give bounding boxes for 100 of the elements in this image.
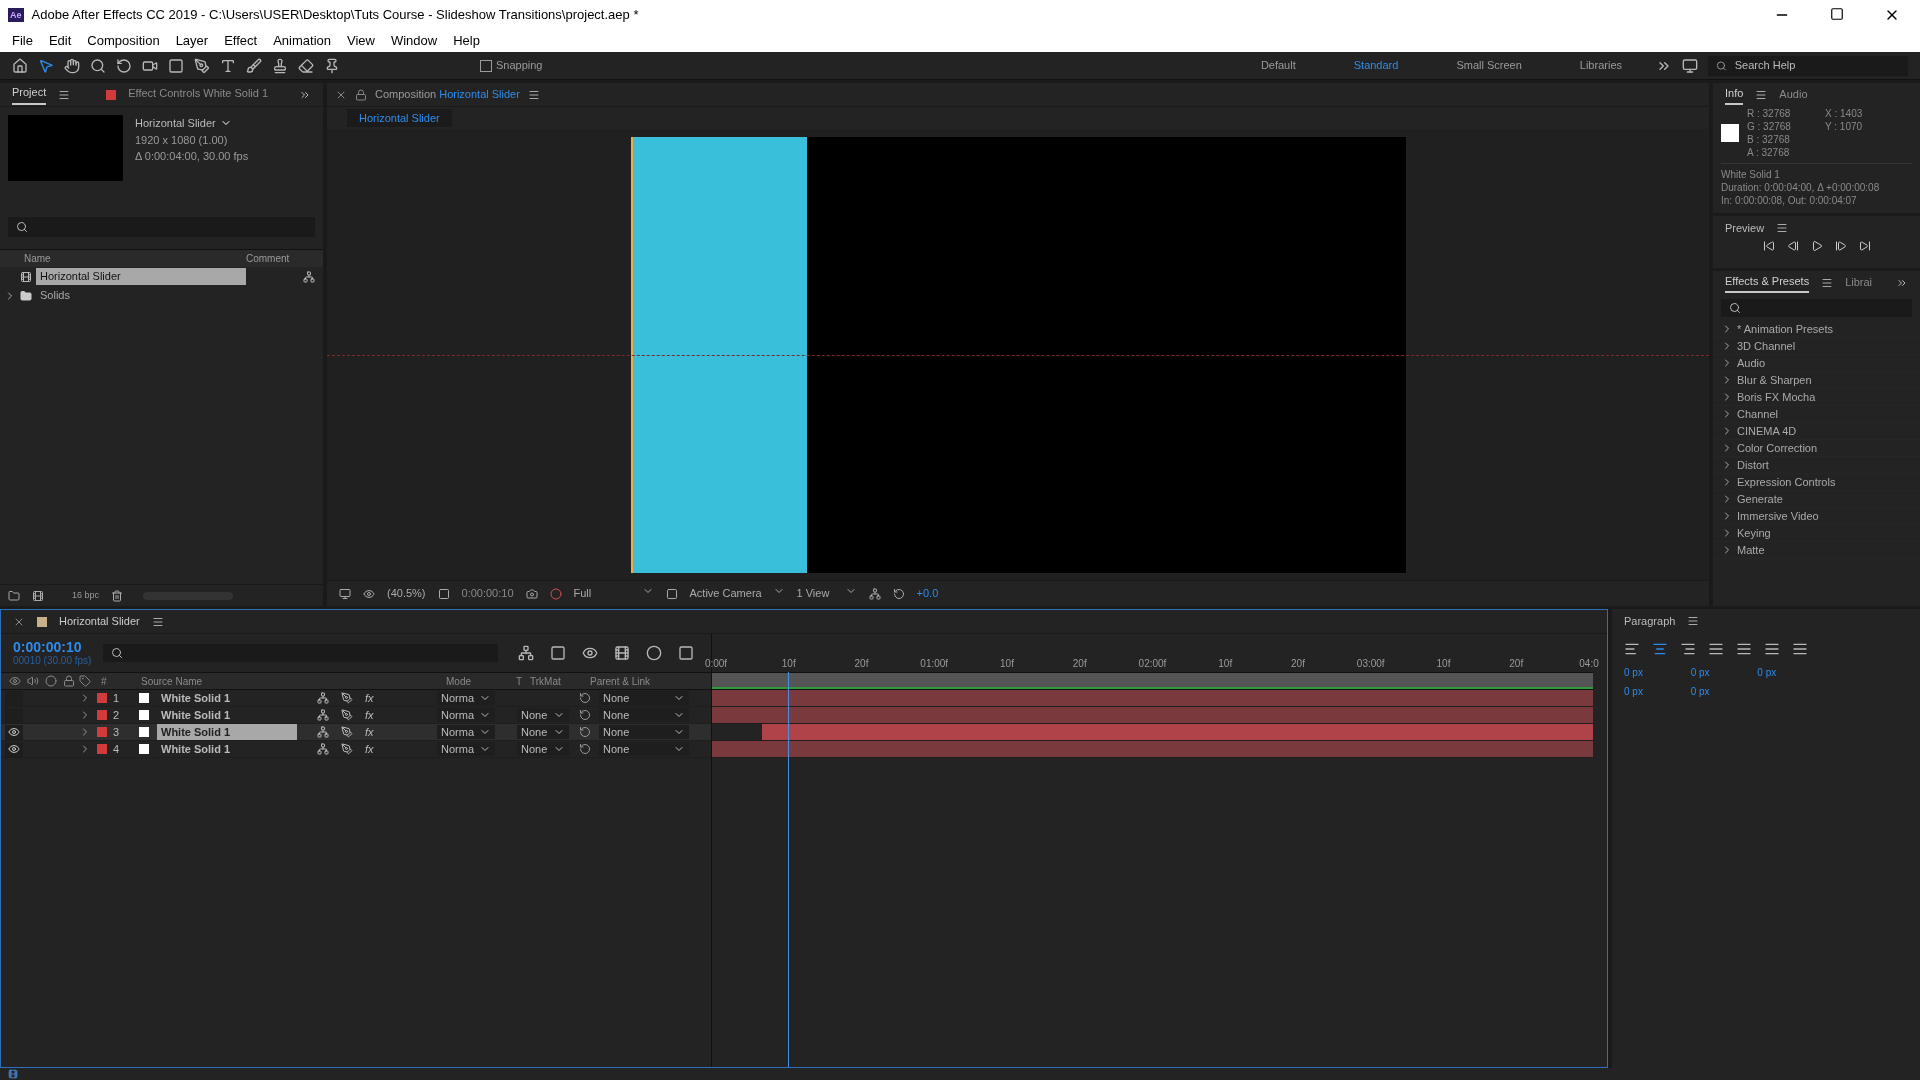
- parent-dropdown[interactable]: None: [599, 742, 689, 756]
- trash-icon[interactable]: [111, 589, 124, 602]
- exposure-value[interactable]: +0.0: [916, 585, 939, 602]
- workspace-icon[interactable]: [1682, 57, 1698, 74]
- parent-dropdown[interactable]: None: [599, 691, 689, 705]
- layer-row[interactable]: 4 White Solid 1 fx Norma None None: [1, 741, 711, 758]
- layer-row[interactable]: 3 White Solid 1 fx Norma None None: [1, 724, 711, 741]
- menu-item[interactable]: View: [339, 31, 383, 51]
- layer-name[interactable]: White Solid 1: [157, 740, 297, 758]
- track-matte-dropdown[interactable]: None: [517, 725, 569, 739]
- reset-exposure-icon[interactable]: [892, 587, 905, 600]
- play-icon[interactable]: [1810, 240, 1823, 252]
- justify-all-icon[interactable]: [1792, 641, 1808, 657]
- panel-tab[interactable]: Info: [1725, 84, 1744, 106]
- indent-field[interactable]: 0 px: [1624, 684, 1691, 699]
- rectangle-tool-icon[interactable]: [168, 57, 184, 74]
- frame-blending-icon[interactable]: [614, 645, 631, 661]
- current-time[interactable]: 0:00:00:10: [13, 639, 92, 655]
- project-search-field[interactable]: [8, 217, 315, 237]
- flowchart-icon[interactable]: [868, 587, 881, 600]
- effect-category[interactable]: 3D Channel: [1713, 338, 1920, 355]
- snapshot-icon[interactable]: [525, 587, 538, 600]
- indent-field[interactable]: 0 px: [1624, 665, 1691, 680]
- layer-name[interactable]: White Solid 1: [157, 689, 297, 707]
- menu-item[interactable]: File: [4, 31, 41, 51]
- last-frame-icon[interactable]: [1858, 240, 1871, 252]
- visibility-toggle[interactable]: [5, 690, 23, 706]
- view-layout-dropdown[interactable]: 1 View: [796, 585, 857, 602]
- rotate-tool-icon[interactable]: [116, 57, 132, 74]
- menu-item[interactable]: Window: [382, 31, 446, 51]
- indent-field[interactable]: 0 px: [1690, 665, 1758, 680]
- home-icon[interactable]: [12, 57, 28, 74]
- effect-category[interactable]: Audio: [1713, 355, 1920, 372]
- hierarchy-icon[interactable]: [518, 645, 535, 661]
- effects-search-field[interactable]: [1721, 299, 1912, 317]
- visibility-toggle[interactable]: [5, 724, 23, 740]
- mode-dropdown[interactable]: Norma: [437, 742, 495, 756]
- workspace-tab[interactable]: Libraries: [1555, 57, 1646, 74]
- effect-category[interactable]: Keying: [1713, 525, 1920, 542]
- visibility-toggle[interactable]: [5, 741, 23, 757]
- status-icon[interactable]: [8, 1069, 18, 1079]
- panel-menu-icon[interactable]: [1687, 615, 1700, 627]
- bit-depth-button[interactable]: 16 bpc: [72, 588, 100, 603]
- justify-left-icon[interactable]: [1708, 641, 1724, 657]
- panel-tab[interactable]: Librai: [1845, 273, 1873, 293]
- stamp-tool-icon[interactable]: [272, 57, 288, 74]
- project-item[interactable]: Solids: [0, 286, 323, 305]
- brush-tool-icon[interactable]: [246, 57, 262, 74]
- new-folder-icon[interactable]: [8, 589, 20, 602]
- justify-right-icon[interactable]: [1764, 641, 1780, 657]
- menu-item[interactable]: Help: [445, 31, 488, 51]
- lock-icon[interactable]: [355, 88, 367, 101]
- timecode-field[interactable]: 0:00:00:10: [461, 585, 514, 602]
- effect-category[interactable]: Matte: [1713, 542, 1920, 559]
- menu-item[interactable]: Effect: [216, 31, 266, 51]
- align-right-icon[interactable]: [1680, 641, 1696, 657]
- effects-switch[interactable]: fx: [365, 706, 374, 724]
- effect-category[interactable]: Expression Controls: [1713, 474, 1920, 491]
- workspace-tab[interactable]: Default: [1236, 57, 1320, 74]
- indent-field[interactable]: 0 px: [1757, 665, 1824, 680]
- next-frame-icon[interactable]: [1834, 240, 1847, 252]
- zoom-dropdown[interactable]: (40.5%): [387, 585, 426, 602]
- display-icon[interactable]: [339, 587, 351, 600]
- selection-tool-icon[interactable]: [38, 57, 54, 74]
- camera-dropdown[interactable]: Active Camera: [689, 585, 785, 602]
- justify-center-icon[interactable]: [1736, 641, 1752, 657]
- panel-tab[interactable]: Project: [12, 84, 47, 105]
- menu-item[interactable]: Animation: [265, 31, 339, 51]
- effect-category[interactable]: * Animation Presets: [1713, 321, 1920, 338]
- track-matte-dropdown[interactable]: None: [517, 742, 569, 756]
- search-help-box[interactable]: Search Help: [1708, 55, 1908, 76]
- timeline-search-field[interactable]: [103, 644, 499, 662]
- panel-tab[interactable]: Effects & Presets: [1725, 272, 1810, 294]
- resolution-dropdown[interactable]: Full: [573, 585, 654, 602]
- mode-dropdown[interactable]: Norma: [437, 725, 495, 739]
- panel-menu-icon[interactable]: [1821, 277, 1834, 289]
- panel-menu-icon[interactable]: [527, 88, 540, 101]
- layer-name[interactable]: White Solid 1: [157, 706, 297, 724]
- effects-switch[interactable]: fx: [365, 723, 374, 741]
- panel-menu-icon[interactable]: [58, 88, 71, 101]
- column-header[interactable]: Name: [0, 251, 238, 266]
- panel-menu-icon[interactable]: [1776, 222, 1789, 234]
- flowchart-icon[interactable]: [303, 270, 315, 283]
- layer-row[interactable]: 1 White Solid 1 fx Norma None: [1, 690, 711, 707]
- track-matte-dropdown[interactable]: None: [517, 708, 569, 722]
- zoom-tool-icon[interactable]: [90, 57, 106, 74]
- effects-switch[interactable]: fx: [365, 740, 374, 758]
- panel-tab[interactable]: Effect Controls White Solid 1: [128, 85, 269, 104]
- first-frame-icon[interactable]: [1762, 240, 1775, 252]
- effect-category[interactable]: Immersive Video: [1713, 508, 1920, 525]
- more-icon[interactable]: [1896, 277, 1908, 289]
- workspace-tab[interactable]: Small Screen: [1432, 57, 1546, 74]
- effect-category[interactable]: Channel: [1713, 406, 1920, 423]
- mode-dropdown[interactable]: Norma: [437, 691, 495, 705]
- parent-dropdown[interactable]: None: [599, 708, 689, 722]
- menu-item[interactable]: Edit: [40, 31, 80, 51]
- mode-dropdown[interactable]: Norma: [437, 708, 495, 722]
- align-left-icon[interactable]: [1624, 641, 1640, 657]
- indent-field[interactable]: 0 px: [1690, 684, 1758, 699]
- column-header[interactable]: Comment: [238, 251, 290, 266]
